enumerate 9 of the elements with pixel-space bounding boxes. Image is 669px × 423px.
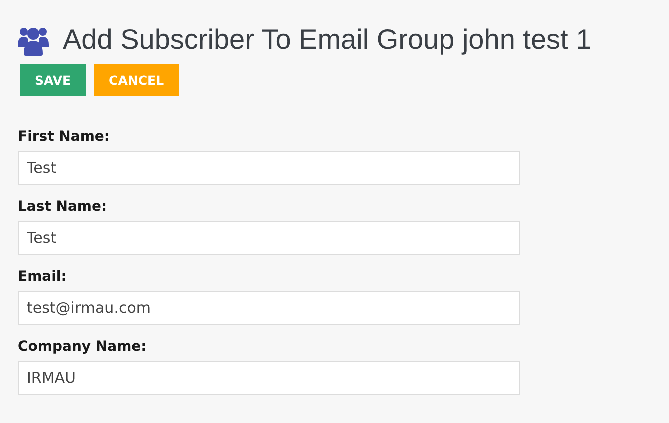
field-label: Email: [18, 268, 67, 286]
input-field[interactable]: Test [18, 151, 520, 185]
input-field[interactable]: Test [18, 221, 520, 255]
input-field[interactable]: IRMAU [18, 361, 520, 395]
page-title: Add Subscriber To Email Group john test 1 [63, 24, 592, 56]
field-label: First Name: [18, 128, 110, 146]
field-label: Last Name: [18, 198, 108, 216]
input-field[interactable]: test@irmau.com [18, 291, 520, 325]
field-label: Company Name: [18, 338, 147, 356]
